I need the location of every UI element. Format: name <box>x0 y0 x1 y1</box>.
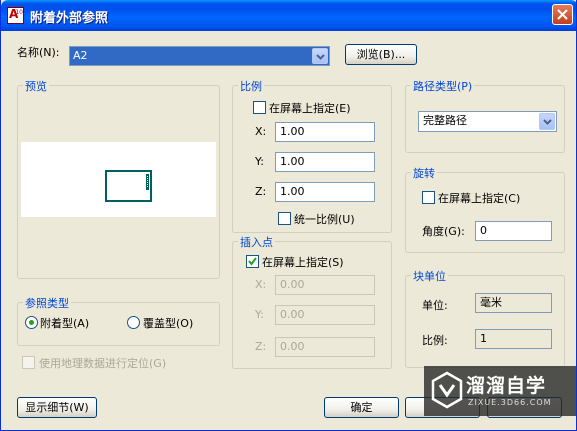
preview-label: 预览 <box>23 78 49 94</box>
insertion-point-label: 插入点 <box>238 234 275 250</box>
scale-on-screen-checkbox[interactable] <box>253 101 266 114</box>
unit-value: 毫米 <box>475 293 552 313</box>
title-bar[interactable]: A 10 附着外部参照 <box>1 0 576 31</box>
scale-label: 比例 <box>238 78 264 94</box>
name-value: A2 <box>73 49 88 62</box>
insertion-x-input[interactable]: 0.00 <box>275 275 375 295</box>
attach-xref-dialog: A 10 附着外部参照 名称(N): A2 浏览(B)... 预览 参照类型 附… <box>0 0 577 431</box>
angle-input[interactable]: 0 <box>475 221 552 241</box>
rotation-on-screen-checkbox[interactable] <box>422 191 435 204</box>
geo-location-label: 使用地理数据进行定位(G) <box>39 357 167 370</box>
insertion-z-label: Z: <box>255 340 267 353</box>
watermark-url: ZIXUE.3D66.COM <box>468 398 552 407</box>
insertion-x-label: X: <box>255 278 267 291</box>
close-button[interactable] <box>552 4 573 25</box>
block-unit-group <box>405 275 565 368</box>
ok-button[interactable]: 确定 <box>324 397 399 418</box>
overlay-radio[interactable] <box>127 316 140 329</box>
name-combobox[interactable]: A2 <box>69 46 330 66</box>
uniform-scale-label: 统一比例(U) <box>294 213 355 226</box>
name-dropdown-button[interactable] <box>312 48 328 64</box>
overlay-radio-label: 覆盖型(O) <box>143 317 194 330</box>
insertion-y-label: Y: <box>255 308 264 321</box>
scale-on-screen-label: 在屏幕上指定(E) <box>269 102 351 115</box>
dialog-title: 附着外部参照 <box>30 11 109 26</box>
watermark: 溜溜自学 ZIXUE.3D66.COM <box>424 366 576 416</box>
scale-z-label: Z: <box>255 185 267 198</box>
chevron-down-icon <box>543 119 552 125</box>
scale-y-label: Y: <box>255 155 264 168</box>
scale-y-input[interactable]: 1.00 <box>275 152 375 172</box>
chevron-down-icon <box>316 54 325 60</box>
block-unit-label: 块单位 <box>411 268 448 284</box>
close-icon <box>557 9 568 20</box>
scale-x-input[interactable]: 1.00 <box>275 122 375 142</box>
path-type-select[interactable]: 完整路径 <box>418 111 557 132</box>
geo-location-checkbox[interactable] <box>22 356 35 369</box>
drawing-thumbnail-icon <box>105 170 152 202</box>
rotation-on-screen-label: 在屏幕上指定(C) <box>438 192 521 205</box>
name-label: 名称(N): <box>17 46 60 59</box>
scale-z-input[interactable]: 1.00 <box>275 182 375 202</box>
insertion-on-screen-label: 在屏幕上指定(S) <box>262 256 344 269</box>
ratio-label: 比例: <box>422 334 448 347</box>
insertion-y-input[interactable]: 0.00 <box>275 305 375 325</box>
watermark-text: 溜溜自学 <box>466 375 547 397</box>
scale-x-label: X: <box>255 125 267 138</box>
attach-radio-label: 附着型(A) <box>40 317 90 330</box>
preview-canvas <box>21 142 216 217</box>
insertion-on-screen-checkbox[interactable] <box>246 255 259 268</box>
checkmark-icon <box>248 257 257 266</box>
unit-label: 单位: <box>422 299 448 312</box>
ratio-value: 1 <box>475 329 552 349</box>
attach-radio[interactable] <box>25 316 38 329</box>
rotation-label: 旋转 <box>411 165 437 181</box>
angle-label: 角度(G): <box>422 225 465 238</box>
uniform-scale-checkbox[interactable] <box>278 212 291 225</box>
path-type-label: 路径类型(P) <box>411 78 475 94</box>
watermark-logo-icon <box>431 371 463 409</box>
insertion-z-input[interactable]: 0.00 <box>275 337 375 357</box>
autocad-app-icon: A 10 <box>7 7 24 24</box>
show-details-button[interactable]: 显示细节(W) <box>17 397 97 418</box>
path-type-dropdown-button[interactable] <box>539 113 555 130</box>
browse-button[interactable]: 浏览(B)... <box>345 44 417 65</box>
reference-type-label: 参照类型 <box>23 295 71 311</box>
path-type-value: 完整路径 <box>423 114 467 127</box>
